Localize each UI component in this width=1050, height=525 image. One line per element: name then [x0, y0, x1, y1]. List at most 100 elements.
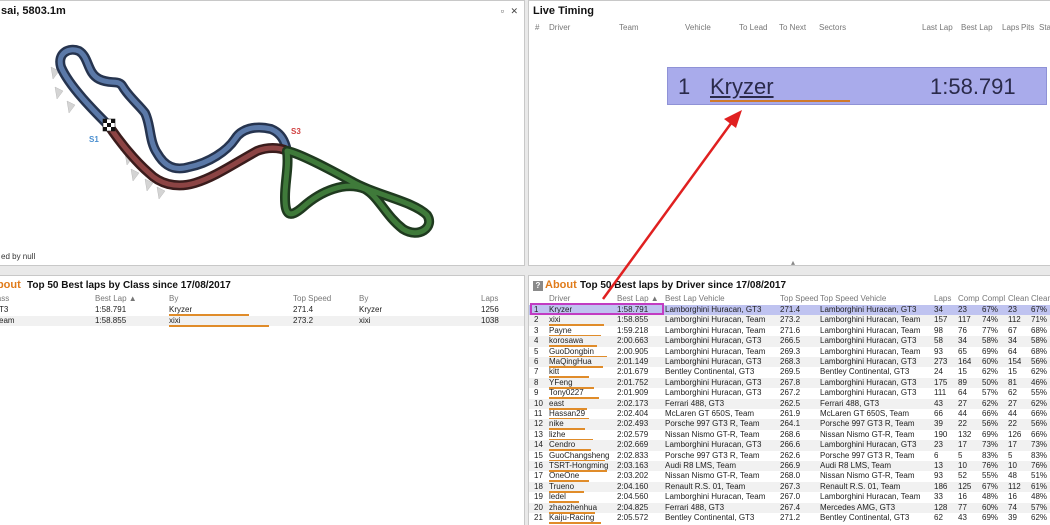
laps-cell: 13: [934, 461, 943, 470]
live-col-team[interactable]: Team: [619, 23, 639, 32]
best-vehicle-cell: Lamborghini Huracan, GT3: [665, 305, 762, 314]
panel-splitter-handle[interactable]: ▴: [791, 258, 795, 265]
comp-cell: 125: [958, 481, 972, 491]
track-footer-text: ed by null: [1, 252, 36, 261]
pos-cell: 12: [534, 419, 543, 429]
clean-cell: 67: [1008, 325, 1017, 335]
comp-cell: 34: [958, 336, 967, 346]
table-row[interactable]: 10 east 2:02.173 Ferrari 488, GT3 262.5 Ferra…: [529, 398, 1050, 410]
class-col-laps[interactable]: Laps: [481, 294, 498, 303]
live-col-status[interactable]: Sta: [1039, 23, 1050, 32]
top-speed-cell: 269.5: [780, 367, 801, 377]
driver-col-top-speed[interactable]: Top Speed: [780, 294, 820, 303]
clean-cell: 16: [1008, 492, 1017, 502]
laps-cell: 157: [934, 315, 948, 325]
clean-cell: 34: [1008, 336, 1017, 346]
table-row[interactable]: 7 kitt 2:01.679 Bentley Continental, GT3 269…: [529, 367, 1050, 379]
table-row[interactable]: 15 GuoChangsheng 2:02.833 Porsche 997 GT3 R…: [529, 450, 1050, 462]
table-row[interactable]: 2 xixi 1:58.855 Lamborghini Huracan, Team 27…: [529, 315, 1050, 327]
comp-cell: 22: [958, 419, 967, 429]
best-vehicle-cell: Nissan Nismo GT-R, Team: [665, 471, 760, 481]
clean-pct-cell: 58%: [1031, 336, 1048, 346]
about-link[interactable]: ? About: [533, 279, 577, 291]
pos-cell: 8: [534, 377, 539, 387]
class-best-laps-panel: About Top 50 Best laps by Class since 17…: [0, 275, 525, 525]
laps-cell: 66: [934, 409, 943, 418]
speed-vehicle-cell: Porsche 997 GT3 R, Team: [820, 450, 915, 460]
pos-cell: 5: [534, 346, 539, 356]
live-col-laps[interactable]: Laps: [1002, 23, 1019, 32]
table-row[interactable]: 5 GuoDongbin 2:00.905 Lamborghini Huracan, …: [529, 346, 1050, 358]
driver-col-clean-pct[interactable]: Clean: [1031, 294, 1050, 303]
class-col-by-speed[interactable]: By: [359, 294, 368, 303]
table-row[interactable]: 16 TSRT-Hongming 2:03.163 Audi R8 LMS, Team…: [529, 461, 1050, 472]
laps-cell: 62: [934, 513, 943, 522]
pos-cell: 18: [534, 481, 543, 491]
driver-col-clean[interactable]: Clean: [1008, 294, 1029, 303]
live-col-best-lap[interactable]: Best Lap: [961, 23, 993, 32]
table-row[interactable]: eam 1:58.855 xixi 273.2 xixi 1038: [0, 316, 524, 327]
speed-vehicle-cell: Lamborghini Huracan, GT3: [820, 305, 917, 314]
compl-cell: 62%: [982, 367, 999, 377]
driver-col-compl[interactable]: Compl: [982, 294, 1005, 303]
best-lap-cell: 2:02.833: [617, 450, 649, 460]
table-row[interactable]: 19 ledel 2:04.560 Lamborghini Huracan, Team…: [529, 492, 1050, 504]
table-row[interactable]: T3 1:58.791 Kryzer 271.4 Kryzer 1256: [0, 305, 524, 316]
speed-vehicle-cell: Lamborghini Huracan, Team: [820, 346, 921, 356]
pos-cell: 20: [534, 502, 543, 512]
live-col-sectors[interactable]: Sectors: [819, 23, 846, 32]
speed-vehicle-cell: Bentley Continental, GT3: [820, 513, 910, 522]
speed-driver-cell: xixi: [359, 316, 371, 325]
driver-col-speed-vehicle[interactable]: Top Speed Vehicle: [820, 294, 886, 303]
top-speed-cell: 266.9: [780, 461, 801, 470]
comp-cell: 16: [958, 492, 967, 502]
top-speed-cell: 262.5: [780, 398, 801, 408]
sector-label-s3: S3: [291, 127, 301, 136]
driver-col-driver[interactable]: Driver: [549, 294, 570, 303]
live-col-pits[interactable]: Pits: [1021, 23, 1034, 32]
table-row[interactable]: 20 zhaozhenhua 2:04.825 Ferrari 488, GT3 267…: [529, 502, 1050, 514]
clean-cell: 23: [1008, 305, 1017, 314]
driver-col-best-lap[interactable]: Best Lap ▲: [617, 294, 659, 303]
live-col-last-lap[interactable]: Last Lap: [922, 23, 953, 32]
top-speed-cell: 264.1: [780, 419, 801, 429]
table-row[interactable]: 12 nike 2:02.493 Porsche 997 GT3 R, Team 264…: [529, 419, 1050, 431]
live-col-driver[interactable]: Driver: [549, 23, 570, 32]
driver-col-laps[interactable]: Laps: [934, 294, 951, 303]
table-row[interactable]: 18 Trueno 2:04.160 Renault R.S. 01, Team 267…: [529, 481, 1050, 493]
class-col-class[interactable]: lass: [0, 294, 9, 303]
laps-cell: 93: [934, 346, 943, 356]
table-row[interactable]: 17 OneOne 2:03.202 Nissan Nismo GT-R, Team 2…: [529, 471, 1050, 483]
class-col-top-speed[interactable]: Top Speed: [293, 294, 331, 303]
table-row[interactable]: 9 Tony0227 2:01.909 Lamborghini Huracan, GT…: [529, 388, 1050, 400]
table-row[interactable]: 14 Cendro 2:02.669 Lamborghini Huracan, GT3…: [529, 440, 1050, 452]
about-link[interactable]: About: [0, 279, 21, 291]
table-row[interactable]: 13 lizhe 2:02.579 Nissan Nismo GT-R, Team 26…: [529, 430, 1050, 441]
resize-handle[interactable]: ....: [243, 260, 252, 265]
class-col-by[interactable]: By: [169, 294, 178, 303]
table-row[interactable]: 6 MaQingHua 2:01.149 Lamborghini Huracan, G…: [529, 357, 1050, 368]
table-row[interactable]: 8 YFeng 2:01.752 Lamborghini Huracan, GT3 26…: [529, 377, 1050, 389]
table-row[interactable]: 11 Hassan29 2:02.404 McLaren GT 650S, Team 2…: [529, 409, 1050, 420]
best-lap-cell: 2:02.173: [617, 398, 649, 408]
driver-col-comp[interactable]: Comp: [958, 294, 979, 303]
top-speed-cell: 271.4: [780, 305, 801, 314]
leader-banner[interactable]: 1 Kryzer 1:58.791: [667, 67, 1047, 105]
compl-cell: 62%: [982, 398, 999, 408]
clean-cell: 22: [1008, 419, 1017, 429]
best-vehicle-cell: Lamborghini Huracan, GT3: [665, 377, 762, 387]
driver-col-best-vehicle[interactable]: Best Lap Vehicle: [665, 294, 725, 303]
clean-cell: 74: [1008, 502, 1017, 512]
table-row[interactable]: 3 Payne 1:59.218 Lamborghini Huracan, Team 2…: [529, 325, 1050, 337]
table-row[interactable]: 4 korosawa 2:00.663 Lamborghini Huracan, GT…: [529, 336, 1050, 348]
top-speed-cell: 267.0: [780, 492, 801, 502]
live-col-to-next[interactable]: To Next: [779, 23, 806, 32]
table-row[interactable]: 21 Kaiju-Racing 2:05.572 Bentley Continenta…: [529, 513, 1050, 524]
class-col-best-lap[interactable]: Best Lap ▲: [95, 294, 137, 303]
live-col-pos[interactable]: #: [535, 23, 539, 32]
live-col-to-lead[interactable]: To Lead: [739, 23, 767, 32]
live-col-vehicle[interactable]: Vehicle: [685, 23, 711, 32]
live-timing-panel: Live Timing ▫ # Driver Team Vehicle To L…: [528, 0, 1050, 266]
top-speed-cell: 271.2: [780, 513, 801, 522]
best-lap-cell: 2:03.163: [617, 461, 649, 470]
